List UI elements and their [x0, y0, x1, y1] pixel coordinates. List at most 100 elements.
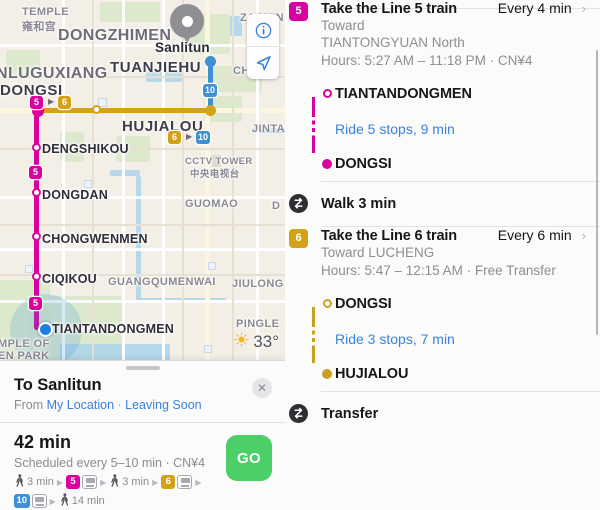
map-label: MPLE OF	[0, 338, 50, 350]
ride-info: Ride 3 stops, 7 min	[335, 321, 586, 356]
leg-duration: 3 min	[122, 476, 150, 488]
walk-step[interactable]: Walk 3 min	[285, 182, 600, 226]
directions-list[interactable]: 5 Take the Line 5 train Every 4 min › Toward…	[285, 0, 600, 510]
close-icon[interactable]: ✕	[252, 378, 272, 398]
map-label: EN PARK	[0, 350, 50, 360]
station-list: DONGSI Ride 3 stops, 7 min HUJIALOU	[311, 286, 586, 391]
map-controls[interactable]	[247, 14, 279, 79]
leg-line-badge: 10	[14, 494, 30, 508]
leg-walk: 14 min	[59, 493, 105, 509]
step-frequency: Every 6 min	[497, 227, 572, 244]
station-chongwenmen[interactable]	[32, 232, 41, 241]
step-title-row: Take the Line 5 train Every 4 min ›	[321, 0, 586, 17]
leg-arrow: ▶	[56, 477, 64, 487]
route-connector	[311, 307, 316, 324]
leg-duration: 3 min	[27, 476, 54, 488]
map-line-badge: 5	[29, 166, 42, 179]
map-label: 中央电视台	[190, 169, 240, 180]
map-canvas[interactable]: TEMPLE雍和宫DONGZHIMENZAOYINNLUGUXIANGSanli…	[0, 0, 285, 360]
map-label: CHONGWENMEN	[42, 232, 148, 246]
destination-station-label: DONGSI	[335, 155, 392, 172]
station-ciqikou[interactable]	[32, 272, 41, 281]
map-badge-arrow: ▶	[186, 132, 193, 141]
map-line-badge: 6	[168, 131, 181, 144]
walk-row: Transfer	[321, 392, 586, 436]
map-pane: TEMPLE雍和宫DONGZHIMENZAOYINNLUGUXIANGSanli…	[0, 0, 285, 510]
from-location-link[interactable]: My Location	[47, 398, 114, 412]
route-summary[interactable]: 42 min Scheduled every 5–10 min · CN¥4 3…	[0, 423, 285, 509]
station-marker	[321, 299, 333, 309]
sheet-header: To Sanlitun From My Location · Leaving S…	[0, 370, 285, 422]
map-badge-arrow: ▶	[48, 97, 55, 106]
walk-title: Transfer	[321, 406, 379, 423]
station-marker	[321, 89, 333, 99]
sun-icon	[234, 332, 249, 352]
ride-info-label: Ride 5 stops, 9 min	[335, 120, 455, 137]
map-label: GUANGQUMENWAI	[108, 276, 216, 288]
route-connector	[311, 137, 316, 154]
station-marker	[321, 158, 333, 169]
walk-step[interactable]: Transfer	[285, 392, 600, 436]
step-meta: TIANTONGYUAN North	[321, 35, 465, 51]
map-label: 雍和宫	[22, 21, 57, 33]
dot-sep: ·	[114, 398, 126, 412]
info-icon[interactable]	[247, 14, 279, 46]
origin-station-label: DONGSI	[335, 295, 392, 312]
leg-transit: 6	[161, 475, 193, 489]
route-origin: From My Location · Leaving Soon	[14, 398, 271, 412]
map-line-badge: 6	[58, 96, 71, 109]
map-label: TEMPLE	[22, 6, 70, 18]
destination-station: DONGSI	[322, 146, 586, 181]
map-line-badge: 10	[203, 84, 218, 97]
weather-widget: 33°	[234, 332, 279, 352]
step-meta: Toward LUCHENG	[321, 245, 435, 261]
leg-walk: 3 min	[109, 474, 149, 490]
station-interchange[interactable]	[92, 105, 101, 114]
walk-row: Walk 3 min	[321, 182, 586, 226]
map-label: TUANJIEHU	[110, 59, 202, 76]
map-label: CIQIKOU	[42, 272, 97, 286]
leg-arrow: ▶	[152, 477, 159, 487]
map-label: NLUGUXIANG	[0, 65, 108, 82]
line-badge-icon: 6	[289, 229, 308, 249]
map-label: JINTA	[252, 123, 285, 135]
train-icon	[31, 494, 47, 508]
train-icon	[177, 475, 193, 489]
map-label: Sanlitun	[155, 40, 210, 55]
transit-step[interactable]: 5 Take the Line 5 train Every 4 min › Toward…	[285, 0, 600, 181]
leg-arrow: ▶	[49, 496, 56, 506]
leaving-soon-link[interactable]: Leaving Soon	[125, 398, 201, 412]
walk-title: Walk 3 min	[321, 196, 397, 213]
origin-station: TIANTANDONGMEN	[322, 76, 586, 111]
map-line-badge: 10	[196, 131, 211, 144]
map-label: JIULONG	[232, 278, 284, 290]
leg-transit: 10	[14, 494, 47, 508]
map-label: PINGLE	[236, 318, 280, 330]
transit-step[interactable]: 6 Take the Line 6 train Every 6 min › Toward…	[285, 227, 600, 391]
go-button[interactable]: GO	[226, 435, 272, 481]
locate-arrow-icon[interactable]	[247, 47, 279, 79]
step-meta: Hours: 5:47 – 12:15 AM · Free Transfer	[321, 262, 556, 278]
train-icon	[82, 475, 98, 489]
temperature-value: 33°	[253, 332, 279, 351]
station-line10-north[interactable]	[205, 56, 216, 67]
map-label: TIANTANDONGMEN	[52, 322, 175, 336]
station-dengshikou[interactable]	[32, 143, 41, 152]
leg-duration: 14 min	[71, 495, 105, 507]
route-bottom-sheet: To Sanlitun From My Location · Leaving S…	[0, 360, 285, 510]
map-label: DONGDAN	[42, 188, 108, 202]
walk-icon	[109, 474, 120, 490]
scrollbar[interactable]	[595, 50, 598, 335]
chevron-right-icon[interactable]: ›	[582, 228, 586, 243]
step-meta: Toward	[321, 18, 365, 33]
chevron-right-icon[interactable]: ›	[582, 1, 586, 16]
station-dongdan[interactable]	[32, 188, 41, 197]
page-title: To Sanlitun	[14, 376, 102, 394]
transfer-icon	[289, 194, 308, 214]
leg-arrow: ▶	[195, 477, 202, 487]
step-title-row: Take the Line 6 train Every 6 min ›	[321, 227, 586, 244]
station-hujialou[interactable]	[205, 105, 216, 116]
walk-icon	[59, 493, 70, 509]
leg-line-badge: 5	[66, 475, 81, 489]
step-frequency: Every 4 min	[497, 0, 572, 16]
